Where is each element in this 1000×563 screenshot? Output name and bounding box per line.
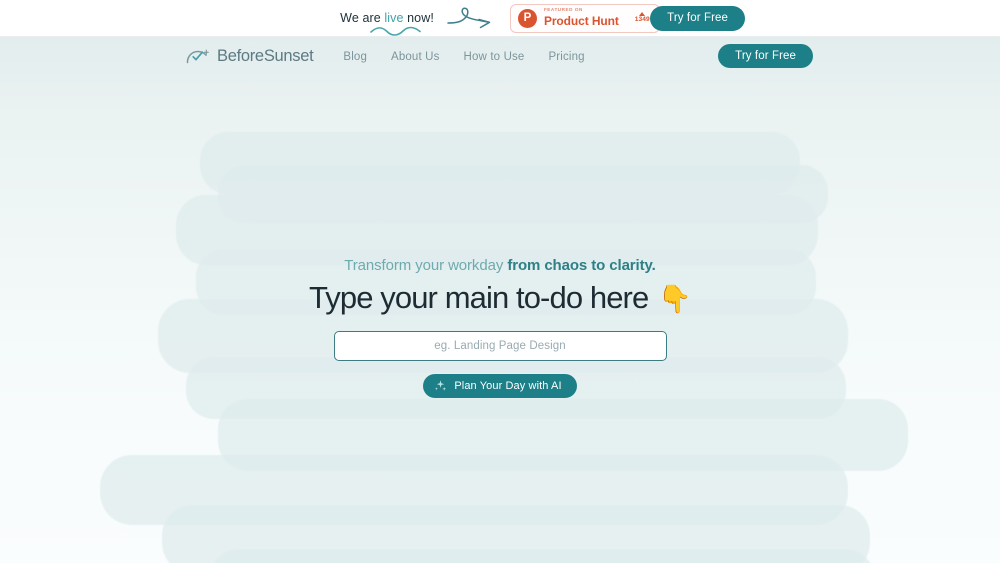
plan-button-label: Plan Your Day with AI — [454, 379, 562, 392]
announcement-text-after: now! — [403, 11, 434, 25]
blob-shape — [218, 165, 828, 223]
hero-stage: BeforeSunset Blog About Us How to Use Pr… — [0, 37, 1000, 563]
product-hunt-badge[interactable]: P FEATURED ON Product Hunt 1349 — [509, 3, 660, 33]
blob-shape — [100, 455, 848, 525]
main-todo-input[interactable] — [333, 330, 667, 361]
announcement-text-highlight: live — [384, 11, 404, 25]
nav-link-blog[interactable]: Blog — [343, 51, 367, 63]
page-root: We are live now! P FEATURED ON Product H… — [0, 0, 1000, 563]
product-hunt-featured-label: FEATURED ON — [543, 7, 583, 13]
announcement-text-before: We are — [340, 11, 385, 25]
curly-arrow-right-icon — [447, 7, 491, 29]
caret-up-icon — [639, 11, 646, 16]
navbar-try-for-free-button[interactable]: Try for Free — [718, 44, 813, 68]
blob-shape — [218, 399, 908, 471]
hero-headline: Type your main to-do here 👇 — [308, 279, 692, 318]
pointing-down-emoji-icon: 👇 — [658, 283, 692, 314]
main-navbar: BeforeSunset Blog About Us How to Use Pr… — [0, 37, 1000, 75]
product-hunt-name: Product Hunt — [543, 14, 619, 28]
nav-links: Blog About Us How to Use Pricing — [343, 47, 584, 65]
blob-shape — [200, 132, 800, 194]
hero-section: Transform your workday from chaos to cla… — [0, 257, 1000, 398]
blob-shape — [176, 195, 818, 265]
squiggle-underline-icon — [370, 26, 421, 36]
hero-headline-text: Type your main to-do here — [308, 280, 649, 315]
product-hunt-logo-icon: P — [517, 8, 537, 28]
hero-eyebrow: Transform your workday from chaos to cla… — [344, 257, 656, 274]
beforesunset-arc-check-logo-icon — [186, 49, 209, 64]
product-hunt-upvote-count: 1349 — [634, 16, 650, 24]
brand-logo-link[interactable]: BeforeSunset — [186, 46, 314, 66]
sparkles-icon — [435, 380, 447, 391]
hero-eyebrow-bold: from chaos to clarity. — [507, 257, 656, 274]
announcement-content: We are live now! P FEATURED ON Product H… — [340, 3, 660, 36]
blob-shape — [162, 505, 870, 563]
nav-link-about-us[interactable]: About Us — [391, 51, 440, 63]
product-hunt-text: FEATURED ON Product Hunt — [544, 8, 619, 27]
announcement-try-for-free-button[interactable]: Try for Free — [650, 6, 745, 31]
product-hunt-upvotes: 1349 — [634, 11, 650, 24]
plan-your-day-with-ai-button[interactable]: Plan Your Day with AI — [423, 373, 577, 398]
brand-name: BeforeSunset — [217, 46, 314, 65]
announcement-text: We are live now! — [340, 11, 442, 36]
blob-shape — [210, 549, 874, 563]
nav-link-pricing[interactable]: Pricing — [548, 51, 584, 63]
hero-eyebrow-light: Transform your workday — [344, 257, 504, 274]
announcement-bar: We are live now! P FEATURED ON Product H… — [0, 0, 1000, 37]
nav-link-how-to-use[interactable]: How to Use — [464, 51, 525, 63]
